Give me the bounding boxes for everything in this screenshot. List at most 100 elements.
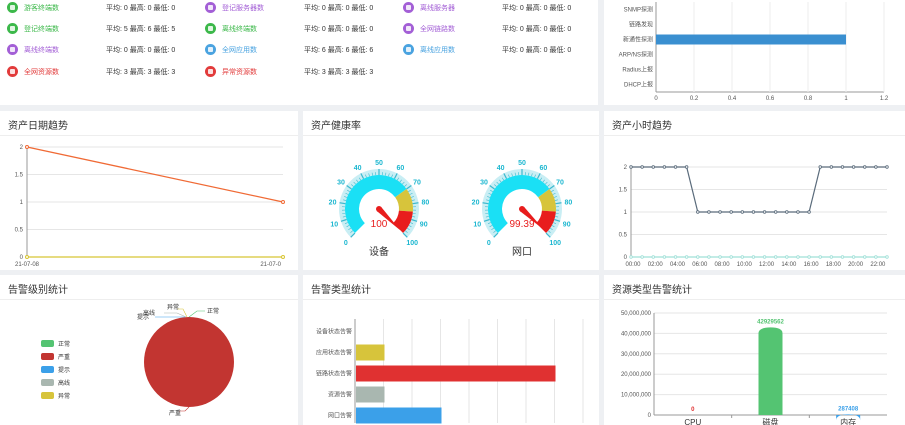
gauge-tick-label: 100 (549, 240, 561, 247)
stat-label: 离线终端数 (222, 25, 257, 33)
bar (356, 365, 556, 382)
y-tick-label: 链路发现 (629, 21, 653, 29)
server-icon (205, 2, 216, 13)
data-point (796, 210, 800, 214)
y-tick-label: 应用状态告警 (316, 349, 352, 357)
legend-label: 正常 (58, 340, 70, 348)
gauge-needle-hub (376, 206, 382, 212)
stat-label: 异常资源数 (222, 68, 257, 76)
link-icon (403, 23, 414, 34)
data-point (762, 255, 767, 259)
pie-label: 正常 (207, 307, 219, 315)
data-point (673, 165, 678, 169)
data-point (751, 255, 756, 259)
terminal-icon (7, 2, 18, 13)
legend-swatch (41, 340, 54, 347)
data-point (640, 165, 644, 169)
y-tick-label: 1 (624, 210, 628, 216)
gauge-tick-label: 40 (497, 165, 505, 172)
gauge-tick-label: 0 (487, 240, 491, 247)
alarm-type-panel: 告警类型统计 设备状态告警 应用状态告警 链路状态告警 资源告警 网口告警 (303, 275, 599, 425)
label-line (188, 310, 205, 318)
x-tick-label: CPU (684, 418, 701, 425)
gauge-tick-label: 60 (539, 165, 547, 172)
y-tick-label: SNMP探测 (624, 6, 653, 14)
stat-label: 离线服务器 (420, 4, 455, 12)
gauge-tick-label: 100 (406, 240, 418, 247)
date-trend-panel: 资产日期趋势 0 0.5 1 1.5 2 21-07-08 21-07-0 (0, 111, 298, 270)
data-point (651, 255, 655, 259)
data-point (762, 210, 767, 214)
stats-panel: 游客终端数 平均: 0 最高: 0 最低: 0 登记终端数 平均: 5 最高: … (0, 0, 598, 105)
stat-value: 平均: 0 最高: 0 最低: 0 (502, 26, 572, 33)
y-tick-label: 0 (648, 413, 652, 419)
x-tick-label: 0.4 (728, 96, 737, 102)
x-tick-label: 1.2 (880, 96, 889, 102)
stat-item[interactable]: 登记服务器数 (205, 2, 264, 13)
stat-item[interactable]: 全网资源数 (7, 66, 59, 77)
bar (356, 386, 385, 403)
gauge-tick-label: 30 (337, 179, 345, 186)
x-tick-label: 内存 (840, 417, 856, 425)
gauge-tick-label: 90 (420, 222, 428, 229)
y-tick-label: 新通性探测 (623, 36, 653, 44)
y-tick-label: Radius上报 (622, 66, 653, 74)
data-label: 0 (691, 407, 695, 413)
x-tick-label: 02:00 (648, 262, 664, 268)
alarm-type-chart: 设备状态告警应用状态告警链路状态告警资源告警网口告警 (316, 319, 584, 424)
x-tick-label: 1 (844, 96, 848, 102)
gauge-label: 网口 (512, 246, 532, 258)
y-tick-label: 0 (20, 255, 24, 261)
data-point (662, 255, 667, 259)
gauge-tick-label: 10 (330, 222, 338, 229)
server-icon (403, 2, 414, 13)
stat-value: 平均: 6 最高: 6 最低: 6 (304, 47, 374, 54)
data-point (707, 210, 711, 214)
gauge-tick-label: 20 (329, 200, 337, 207)
data-point (281, 200, 285, 204)
stat-label: 登记终端数 (24, 25, 59, 33)
data-point (740, 255, 745, 259)
health-panel: 资产健康率 0 10 20 30 40 50 60 70 80 90 100 100 设备 0 10 20 30… (303, 111, 599, 270)
data-point (818, 165, 822, 169)
data-point (673, 255, 678, 259)
data-point (807, 255, 811, 259)
stat-item[interactable]: 离线终端数 (205, 23, 257, 34)
warning-icon (205, 66, 216, 77)
stat-item[interactable]: 离线服务器 (403, 2, 455, 13)
x-tick-label: 0 (654, 96, 658, 102)
hour-trend-panel: 资产小时趋势 0 0.5 1 1.5 2 00:00 02:00 04:00 06:00 08:0… (604, 111, 905, 270)
x-tick-label: 12:00 (759, 262, 775, 268)
data-point (684, 255, 689, 259)
data-point (818, 255, 822, 259)
stat-value: 平均: 0 最高: 0 最低: 0 (106, 5, 176, 12)
y-tick-label: 30,000,000 (621, 352, 652, 358)
y-tick-label: ARP/NS探测 (619, 51, 653, 59)
stat-value: 平均: 0 最高: 0 最低: 0 (502, 47, 572, 54)
probe-chart-panel: 0 0.2 0.4 0.6 0.8 1 1.2 SNMP探测 链路发现 新通性探测 ARP/NS探测… (604, 0, 905, 105)
data-point (696, 210, 700, 214)
stat-value: 平均: 0 最高: 0 最低: 0 (502, 5, 572, 12)
gauge-tick-label: 70 (413, 179, 421, 186)
x-tick-label: 0.8 (804, 96, 813, 102)
application-icon (205, 44, 216, 55)
gauge-tick-label: 90 (563, 222, 571, 229)
stat-item[interactable]: 全网应用数 (205, 44, 257, 55)
stat-item[interactable]: 异常资源数 (205, 66, 257, 77)
data-point (785, 255, 789, 259)
y-tick-label: 1 (20, 200, 24, 206)
stat-item[interactable]: 登记终端数 (7, 23, 59, 34)
stat-item[interactable]: 离线应用数 (403, 44, 455, 55)
stat-item[interactable]: 游客终端数 (7, 2, 59, 13)
legend-label: 严重 (58, 353, 70, 361)
data-point (773, 255, 778, 259)
data-point (281, 255, 285, 259)
pie-label: 严重 (169, 409, 181, 417)
stat-item[interactable]: 离线终端数 (7, 44, 59, 55)
y-tick-label: 40,000,000 (621, 331, 652, 337)
data-point (874, 165, 878, 169)
stat-item[interactable]: 全网链路数 (403, 23, 455, 34)
data-point (885, 255, 889, 259)
stat-label: 全网资源数 (24, 68, 59, 76)
stat-value: 平均: 0 最高: 0 最低: 0 (304, 5, 374, 12)
